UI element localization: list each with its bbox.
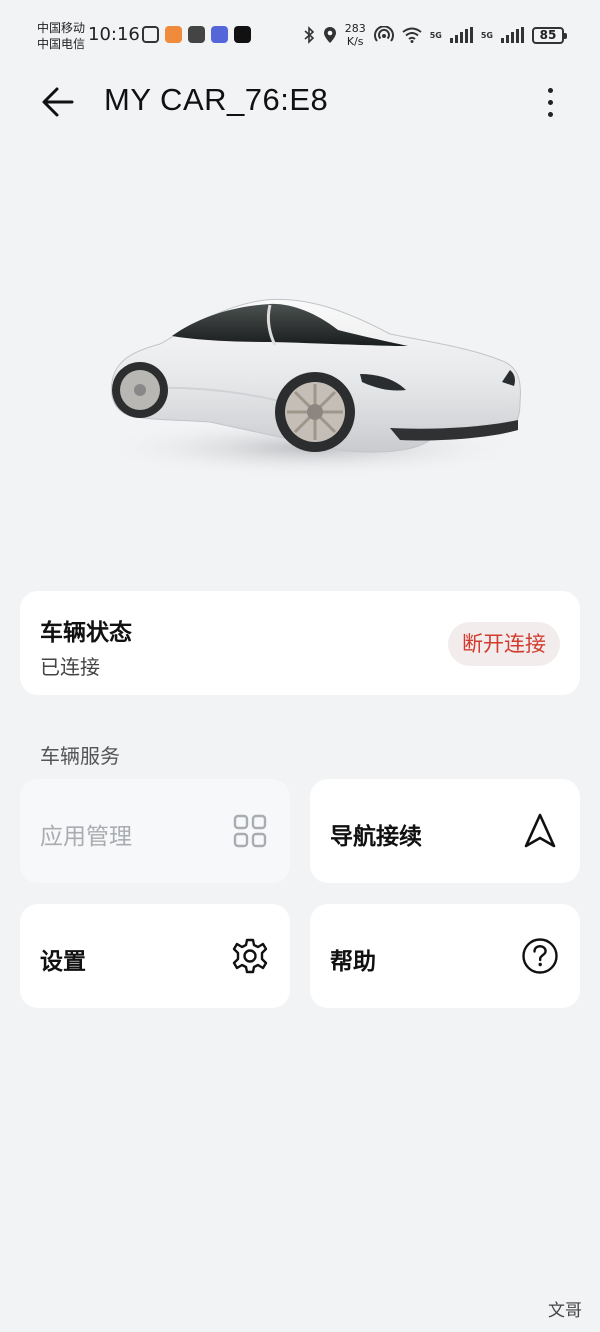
vehicle-status-title: 车辆状态 [40,620,132,646]
grid-icon [230,811,270,851]
carrier-1: 中国移动 [37,21,86,35]
notification-icons [142,26,251,43]
system-icons: 283 K/s 5G 5G 85 [303,22,567,48]
page-title: MY CAR_76:E8 [104,82,329,117]
car-icon [188,26,205,43]
status-bar: 中国移动 中国电信 10:16 283 K/s 5G 5G 85 [0,0,600,70]
back-button[interactable] [36,80,80,124]
nfc-icon [142,26,159,43]
navigation-continue-tile[interactable]: 导航接续 [310,779,580,883]
watermark: 文哥 [548,1301,582,1321]
carrier-2: 中国电信 [37,37,86,51]
app-management-tile[interactable]: 应用管理 [20,779,290,883]
cell-signal-icon [449,27,473,43]
net-speed-value: 283 [344,22,366,35]
health-icon [165,26,182,43]
wifi-icon [402,27,422,43]
disconnect-button[interactable]: 断开连接 [448,622,560,666]
navigation-continue-label: 导航接续 [330,824,422,850]
more-vertical-icon [547,87,553,93]
app-management-label: 应用管理 [40,824,132,850]
arrow-left-icon [42,87,74,117]
network-speed: 283 K/s [345,22,366,48]
help-label: 帮助 [330,949,376,975]
tiktok-icon [234,26,251,43]
hotspot-icon [373,26,394,42]
net-speed-unit: K/s [346,35,364,48]
help-icon [520,936,560,976]
settings-label: 设置 [40,949,86,975]
signal-1-label: 5G [429,30,442,40]
more-options-button[interactable] [530,80,570,124]
help-tile[interactable]: 帮助 [310,904,580,1008]
app-icon [211,26,228,43]
vehicle-status-value: 已连接 [40,655,100,679]
signal-2-label: 5G [480,30,493,40]
settings-tile[interactable]: 设置 [20,904,290,1008]
vehicle-status-card: 车辆状态 已连接 断开连接 [20,591,580,695]
services-section-label: 车辆服务 [40,744,120,768]
carrier-info: 中国移动 中国电信 [37,20,85,52]
gear-icon [230,936,270,976]
bluetooth-icon [304,26,314,44]
navigation-icon [520,811,560,851]
car-image [90,270,530,500]
cell-signal-icon [501,27,524,43]
location-icon [323,27,336,43]
status-time: 10:16 [88,24,140,45]
battery-icon: 85 [532,26,567,44]
